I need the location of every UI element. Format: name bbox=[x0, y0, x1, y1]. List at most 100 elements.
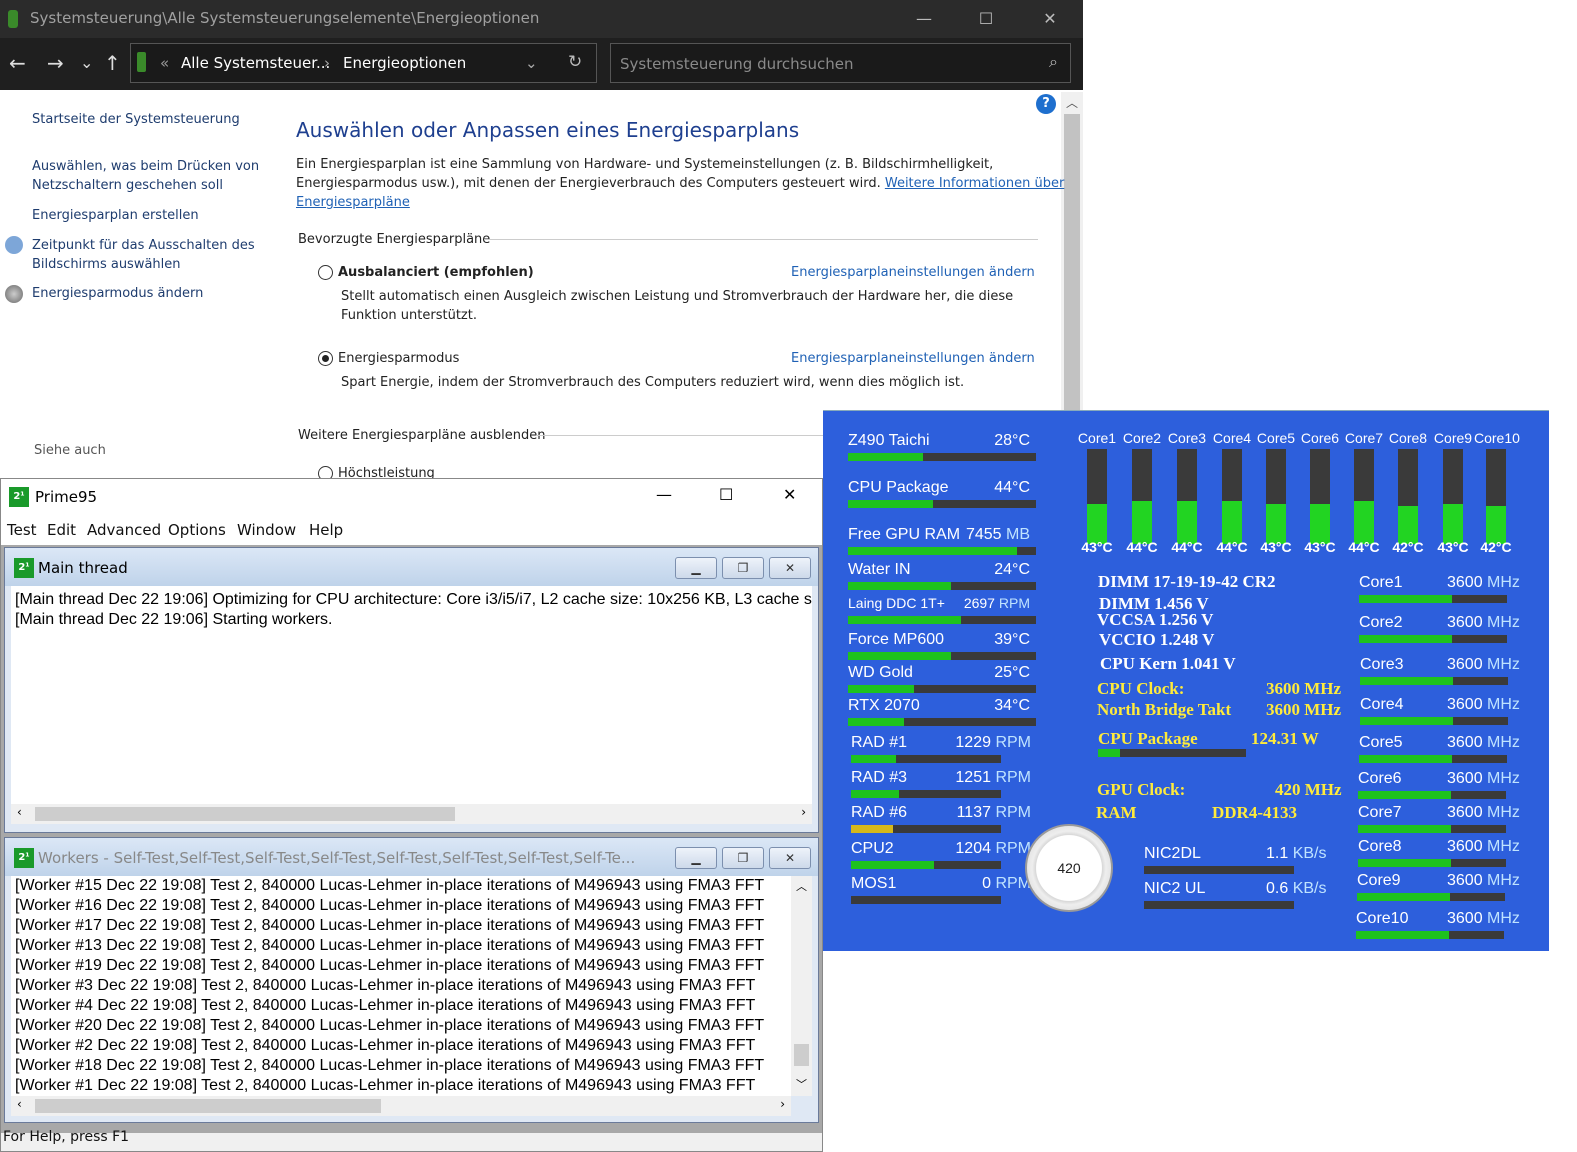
maximize-button[interactable]: ☐ bbox=[719, 485, 733, 504]
dimm-timing: DIMM 17-19-19-42 CR2 bbox=[1098, 572, 1276, 591]
breadcrumb-energy[interactable]: Energieoptionen bbox=[343, 54, 466, 72]
core-name: Core10 bbox=[1474, 430, 1520, 446]
mdi-client: 2¹ Main thread ▁ ❐ ✕ [Main thread Dec 22… bbox=[1, 545, 822, 1133]
maximize-button[interactable]: ☐ bbox=[955, 0, 1017, 38]
hidden-plans-label[interactable]: Weitere Energiesparpläne ausblenden bbox=[298, 428, 546, 443]
sidebar-item-display-off[interactable]: Zeitpunkt für das Ausschalten des Bildsc… bbox=[32, 236, 255, 274]
chevron-left-icon[interactable]: ‹ bbox=[17, 805, 22, 819]
chevron-right-icon[interactable]: › bbox=[780, 1097, 785, 1111]
close-button[interactable]: ✕ bbox=[1019, 0, 1081, 38]
core-clock-value: 3600 MHz bbox=[1447, 838, 1520, 855]
back-icon[interactable]: ← bbox=[9, 50, 26, 76]
up-icon[interactable]: ↑ bbox=[104, 50, 121, 76]
sensor-label: MOS1 bbox=[851, 875, 897, 892]
chevron-down-icon[interactable]: ⌄ bbox=[525, 54, 538, 72]
breadcrumb-all-items[interactable]: Alle Systemsteuer... bbox=[181, 54, 330, 72]
vertical-scrollbar[interactable]: ︿ ﹀ bbox=[791, 876, 812, 1096]
plan-saver-name[interactable]: Energiesparmodus bbox=[338, 349, 459, 368]
sensor-bar bbox=[848, 582, 1036, 590]
divider bbox=[484, 239, 1038, 240]
chevron-down-icon[interactable]: ﹀ bbox=[796, 1076, 807, 1092]
breadcrumb-separator: › bbox=[324, 54, 330, 72]
workers-log[interactable]: [Worker #15 Dec 22 19:08] Test 2, 840000… bbox=[11, 876, 791, 1096]
restore-button[interactable]: ❐ bbox=[722, 557, 764, 579]
sensor-value: 25°C bbox=[994, 664, 1030, 681]
forward-icon[interactable]: → bbox=[47, 50, 64, 76]
sidebar-item-create-plan[interactable]: Energiesparplan erstellen bbox=[32, 206, 199, 225]
chevron-left-icon[interactable]: ‹ bbox=[17, 1097, 22, 1111]
menu-advanced[interactable]: Advanced bbox=[87, 521, 161, 539]
divider bbox=[536, 435, 826, 436]
display-icon bbox=[5, 236, 23, 254]
sidebar-item-sleep[interactable]: Energiesparmodus ändern bbox=[32, 284, 203, 303]
menu-help[interactable]: Help bbox=[309, 521, 343, 539]
more-info-link[interactable]: Weitere Informationen über bbox=[885, 176, 1064, 191]
core-clock-bar bbox=[1360, 717, 1508, 725]
sensor-bar bbox=[848, 685, 1036, 693]
minimize-button[interactable]: — bbox=[893, 0, 955, 38]
address-bar[interactable]: « Alle Systemsteuer... › Energieoptionen… bbox=[130, 43, 597, 83]
core-temp: 44°C bbox=[1126, 539, 1158, 555]
vccio-voltage: VCCIO 1.248 V bbox=[1099, 630, 1215, 649]
bar-fill bbox=[851, 825, 893, 833]
prime95-icon: 2¹ bbox=[9, 487, 29, 507]
plan-balanced-radio[interactable] bbox=[318, 265, 333, 280]
breadcrumb-overflow[interactable]: « bbox=[160, 54, 169, 72]
search-icon[interactable]: ⌕ bbox=[1049, 52, 1058, 72]
scrollbar-thumb[interactable] bbox=[35, 807, 455, 821]
recent-dropdown-icon[interactable]: ⌄ bbox=[80, 50, 93, 76]
plan-saver-settings-link[interactable]: Energiesparplaneinstellungen ändern bbox=[791, 349, 1035, 368]
sidebar-home-link[interactable]: Startseite der Systemsteuerung bbox=[32, 110, 240, 129]
menu-options[interactable]: Options bbox=[168, 521, 226, 539]
close-button[interactable]: ✕ bbox=[769, 847, 811, 869]
plan-saver-radio[interactable] bbox=[318, 351, 333, 366]
main-thread-window[interactable]: 2¹ Main thread ▁ ❐ ✕ [Main thread Dec 22… bbox=[4, 547, 819, 833]
log-line: [Worker #1 Dec 22 19:08] Test 2, 840000 … bbox=[15, 1077, 756, 1094]
scrollbar-thumb[interactable] bbox=[35, 1099, 381, 1113]
sensor-value: 28°C bbox=[994, 432, 1030, 449]
menu-window[interactable]: Window bbox=[237, 521, 296, 539]
chevron-right-icon[interactable]: › bbox=[801, 805, 806, 819]
minimize-button[interactable]: ▁ bbox=[675, 557, 717, 579]
unit-label: MB bbox=[1006, 526, 1030, 543]
core-temp-bar bbox=[1310, 449, 1330, 544]
sidebar-item-power-buttons[interactable]: Auswählen, was beim Drücken von Netzscha… bbox=[32, 157, 259, 195]
bar-fill bbox=[1358, 825, 1452, 833]
search-input[interactable]: Systemsteuerung durchsuchen ⌕ bbox=[610, 43, 1071, 83]
sensor-value: 44°C bbox=[994, 479, 1030, 496]
plan-balanced-name[interactable]: Ausbalanciert (empfohlen) bbox=[338, 263, 534, 282]
sensor-value: 1137 RPM bbox=[956, 804, 1031, 821]
sensor-bar bbox=[851, 896, 1001, 904]
refresh-icon[interactable]: ↻ bbox=[568, 52, 582, 72]
plan-balanced-settings-link[interactable]: Energiesparplaneinstellungen ändern bbox=[791, 263, 1035, 282]
core-clock-value: 3600 MHz bbox=[1447, 770, 1520, 787]
chevron-up-icon[interactable]: ︿ bbox=[1066, 94, 1078, 111]
menu-edit[interactable]: Edit bbox=[47, 521, 76, 539]
window-title: Prime95 bbox=[35, 488, 98, 506]
scrollbar-thumb[interactable] bbox=[794, 1044, 809, 1066]
minimize-button[interactable]: — bbox=[656, 485, 672, 504]
chevron-up-icon[interactable]: ︿ bbox=[796, 878, 807, 894]
restore-button[interactable]: ❐ bbox=[722, 847, 764, 869]
help-icon[interactable]: ? bbox=[1036, 94, 1056, 114]
child-title: Workers - Self-Test,Self-Test,Self-Test,… bbox=[38, 849, 636, 867]
close-button[interactable]: ✕ bbox=[783, 485, 796, 504]
main-thread-log[interactable]: [Main thread Dec 22 19:06] Optimizing fo… bbox=[11, 586, 812, 804]
cpu-package-value: 124.31 W bbox=[1251, 729, 1319, 748]
cpu-core-voltage: CPU Kern 1.041 V bbox=[1100, 654, 1236, 673]
menu-test[interactable]: Test bbox=[7, 521, 37, 539]
minimize-button[interactable]: ▁ bbox=[675, 847, 717, 869]
workers-window[interactable]: 2¹ Workers - Self-Test,Self-Test,Self-Te… bbox=[4, 837, 819, 1123]
see-also-label: Siehe auch bbox=[34, 443, 106, 458]
core-name: Core6 bbox=[1300, 430, 1340, 446]
horizontal-scrollbar[interactable]: ‹ › bbox=[11, 1096, 791, 1116]
sidebar-item-label: Auswählen, was beim Drücken von bbox=[32, 159, 260, 174]
intro-line: Ein Energiesparplan ist eine Sammlung vo… bbox=[296, 157, 994, 172]
close-button[interactable]: ✕ bbox=[769, 557, 811, 579]
nic-dl-value: 1.1 KB/s bbox=[1266, 845, 1327, 862]
more-info-link-cont[interactable]: Energiesparpläne bbox=[296, 193, 1064, 212]
log-line: [Main thread Dec 22 19:06] Starting work… bbox=[15, 611, 333, 628]
sensor-label: CPU Package bbox=[848, 479, 949, 496]
horizontal-scrollbar[interactable]: ‹ › bbox=[11, 804, 812, 824]
sensor-value: 2697 RPM bbox=[963, 595, 1030, 611]
